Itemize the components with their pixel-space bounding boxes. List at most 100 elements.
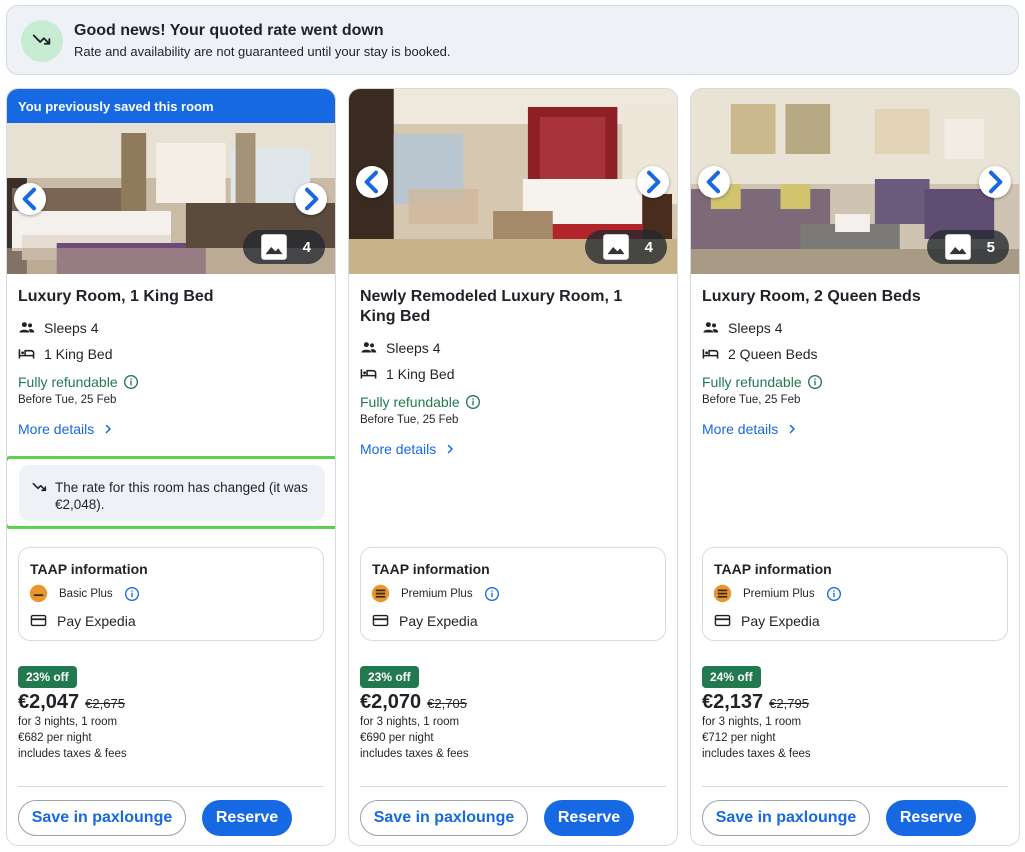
info-icon[interactable] bbox=[807, 374, 823, 390]
stay-length: for 3 nights, 1 room bbox=[360, 716, 460, 728]
refund-label: Fully refundable bbox=[702, 374, 802, 390]
info-icon[interactable] bbox=[124, 586, 140, 602]
current-price: €2,047 bbox=[18, 691, 80, 713]
refund-label: Fully refundable bbox=[18, 374, 118, 390]
next-photo-button[interactable] bbox=[637, 165, 669, 198]
taap-payment: Pay Expedia bbox=[372, 612, 478, 629]
discount-badge: 23% off bbox=[18, 666, 77, 688]
original-price: €2,675 bbox=[85, 696, 125, 711]
taap-payment-label: Pay Expedia bbox=[741, 612, 820, 629]
bed-icon bbox=[360, 369, 377, 379]
people-icon bbox=[19, 322, 35, 333]
banner-subtitle: Rate and availability are not guaranteed… bbox=[74, 44, 451, 59]
room-title: Luxury Room, 2 Queen Beds bbox=[702, 288, 921, 305]
rate-change-text: The rate for this room has changed (it w… bbox=[55, 480, 308, 512]
more-details-label: More details bbox=[702, 421, 779, 437]
sleeps-info: Sleeps 4 bbox=[360, 339, 440, 356]
reserve-button[interactable]: Reserve bbox=[544, 800, 634, 836]
bed-info: 1 King Bed bbox=[360, 365, 455, 382]
taap-tier: Premium Plus bbox=[371, 584, 500, 603]
bed-label: 1 King Bed bbox=[44, 345, 113, 362]
gallery-icon bbox=[602, 234, 629, 260]
refund-date: Before Tue, 25 Feb bbox=[18, 394, 117, 406]
photo-count-button[interactable]: 4 bbox=[584, 230, 667, 264]
premium-tier-icon bbox=[371, 584, 390, 603]
photo-count: 5 bbox=[986, 238, 995, 256]
taap-payment: Pay Expedia bbox=[714, 612, 820, 629]
chevron-left-icon bbox=[364, 170, 378, 193]
divider bbox=[702, 786, 1008, 787]
bed-info: 1 King Bed bbox=[18, 345, 113, 362]
gallery-icon bbox=[944, 234, 971, 260]
taap-payment-label: Pay Expedia bbox=[399, 612, 478, 629]
credit-card-icon bbox=[372, 614, 389, 627]
chevron-right-icon bbox=[790, 424, 796, 434]
taap-tier-label: Premium Plus bbox=[401, 587, 473, 600]
price-row: €2,047 €2,675 bbox=[18, 691, 125, 714]
per-night-price: €682 per night bbox=[18, 732, 92, 744]
more-details-link[interactable]: More details bbox=[702, 421, 798, 437]
more-details-label: More details bbox=[18, 421, 95, 437]
info-icon[interactable] bbox=[484, 586, 500, 602]
save-in-paxlounge-button[interactable]: Save in paxlounge bbox=[360, 800, 528, 836]
more-details-link[interactable]: More details bbox=[360, 441, 456, 457]
saved-room-banner: You previously saved this room bbox=[7, 89, 335, 123]
credit-card-icon bbox=[714, 614, 731, 627]
save-in-paxlounge-button[interactable]: Save in paxlounge bbox=[702, 800, 870, 836]
rate-change-highlight: The rate for this room has changed (it w… bbox=[7, 456, 335, 529]
trending-down-icon bbox=[32, 482, 47, 492]
photo-count-button[interactable]: 4 bbox=[242, 230, 325, 264]
taap-title: TAAP information bbox=[372, 561, 490, 577]
discount-badge: 23% off bbox=[360, 666, 419, 688]
current-price: €2,070 bbox=[360, 691, 422, 713]
reserve-button[interactable]: Reserve bbox=[886, 800, 976, 836]
taap-info-box: TAAP information Basic Plus Pay Expedia bbox=[18, 547, 324, 641]
refund-date: Before Tue, 25 Feb bbox=[702, 394, 801, 406]
taxes-note: includes taxes & fees bbox=[702, 748, 811, 760]
save-in-paxlounge-button[interactable]: Save in paxlounge bbox=[18, 800, 186, 836]
more-details-label: More details bbox=[360, 441, 437, 457]
taap-tier: Premium Plus bbox=[713, 584, 842, 603]
room-photo[interactable]: 5 bbox=[691, 89, 1019, 274]
room-card: 4 Newly Remodeled Luxury Room, 1 King Be… bbox=[348, 88, 678, 846]
taap-info-box: TAAP information Premium Plus Pay Expedi… bbox=[360, 547, 666, 641]
previous-photo-button[interactable] bbox=[356, 165, 388, 198]
divider bbox=[360, 786, 666, 787]
taap-tier-label: Basic Plus bbox=[59, 587, 113, 600]
taap-title: TAAP information bbox=[714, 561, 832, 577]
photo-count-button[interactable]: 5 bbox=[926, 230, 1009, 264]
stay-length: for 3 nights, 1 room bbox=[18, 716, 118, 728]
taap-payment: Pay Expedia bbox=[30, 612, 136, 629]
chevron-right-icon bbox=[305, 187, 319, 210]
more-details-link[interactable]: More details bbox=[18, 421, 114, 437]
basic-tier-icon bbox=[29, 584, 48, 603]
room-photo[interactable]: 4 bbox=[349, 89, 677, 274]
chevron-right-icon bbox=[448, 444, 454, 454]
info-icon[interactable] bbox=[826, 586, 842, 602]
chevron-left-icon bbox=[22, 187, 36, 210]
previous-photo-button[interactable] bbox=[698, 165, 730, 198]
next-photo-button[interactable] bbox=[979, 165, 1011, 198]
bed-icon bbox=[18, 349, 35, 359]
divider bbox=[18, 786, 324, 787]
refund-info: Fully refundable bbox=[18, 374, 139, 390]
people-icon bbox=[361, 342, 377, 353]
info-icon[interactable] bbox=[465, 394, 481, 410]
rate-change-notice: The rate for this room has changed (it w… bbox=[19, 465, 325, 521]
sleeps-label: Sleeps 4 bbox=[728, 319, 783, 336]
refund-info: Fully refundable bbox=[702, 374, 823, 390]
bed-info: 2 Queen Beds bbox=[702, 345, 818, 362]
price-row: €2,137 €2,795 bbox=[702, 691, 809, 714]
room-card: 5 Luxury Room, 2 Queen Beds Sleeps 4 2 Q… bbox=[690, 88, 1020, 846]
room-photo[interactable]: 4 bbox=[7, 123, 335, 274]
sleeps-info: Sleeps 4 bbox=[18, 319, 98, 336]
next-photo-button[interactable] bbox=[295, 182, 327, 215]
price-row: €2,070 €2,705 bbox=[360, 691, 467, 714]
refund-info: Fully refundable bbox=[360, 394, 481, 410]
premium-tier-icon bbox=[713, 584, 732, 603]
room-card: You previously saved this room 4 Luxury … bbox=[6, 88, 336, 846]
reserve-button[interactable]: Reserve bbox=[202, 800, 292, 836]
previous-photo-button[interactable] bbox=[14, 182, 46, 215]
info-icon[interactable] bbox=[123, 374, 139, 390]
per-night-price: €690 per night bbox=[360, 732, 434, 744]
